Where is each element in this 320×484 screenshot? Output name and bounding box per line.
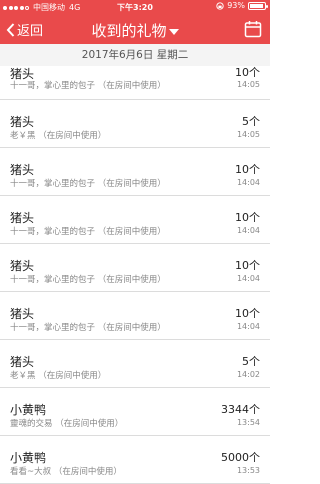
calendar-icon	[244, 21, 262, 38]
gift-name: 猪头	[10, 163, 35, 177]
caret-down-icon	[168, 28, 179, 35]
gift-row[interactable]: 小黄鸭看看~大叔 （在房间中使用） 5000个 13:53	[0, 436, 270, 484]
gift-list: 猪头 十一哥，掌心里的包子 （在房间中使用） 10个 14:05 猪头 老￥黑 （在房间中…	[0, 66, 270, 484]
battery-icon	[248, 1, 268, 10]
gift-sender: 老￥黑 （在房间中使用）	[10, 371, 107, 381]
battery-percent: 93%	[227, 1, 245, 10]
app-header: 中国移动 4G 下午3:20 93% 返回 收到的礼物	[0, 0, 270, 44]
gift-time: 13:53	[236, 466, 260, 475]
gift-count: 5个	[242, 115, 260, 128]
gift-row[interactable]: 猪头 十一哥，掌心里的包子 （在房间中使用） 10个 14:05	[0, 66, 270, 100]
gift-count: 10个	[235, 163, 260, 176]
gift-time: 14:04	[236, 274, 260, 283]
gift-row[interactable]: 猪头老￥黑 （在房间中使用） 5个 14:05	[0, 100, 270, 148]
gift-count: 10个	[235, 211, 260, 224]
orientation-lock-icon	[216, 1, 224, 10]
nav-bar: 返回 收到的礼物	[0, 16, 270, 44]
gift-row[interactable]: 猪头十一哥，掌心里的包子 （在房间中使用） 10个 14:04	[0, 148, 270, 196]
gift-name: 猪头	[10, 355, 35, 369]
gift-sender: 十一哥，掌心里的包子 （在房间中使用）	[10, 179, 166, 189]
status-bar: 中国移动 4G 下午3:20 93%	[0, 0, 270, 14]
gift-time: 14:04	[236, 178, 260, 187]
gift-time: 14:05	[236, 130, 260, 139]
date-label: 2017年6月6日 星期二	[81, 49, 189, 61]
battery-fill	[250, 3, 264, 8]
gift-time: 13:54	[236, 418, 260, 427]
date-header: 2017年6月6日 星期二	[0, 44, 270, 66]
gift-time: 14:02	[236, 370, 260, 379]
gift-sender: 十一哥，掌心里的包子 （在房间中使用）	[10, 323, 166, 333]
gift-sender: 十一哥，掌心里的包子 （在房间中使用）	[10, 227, 166, 237]
gift-name: 猪头	[10, 211, 35, 225]
gift-name: 小黄鸭	[10, 451, 47, 465]
gift-count: 10个	[235, 66, 260, 79]
gift-time: 14:04	[236, 226, 260, 235]
gift-sender: 老￥黑 （在房间中使用）	[10, 131, 107, 141]
gift-count: 3344个	[221, 403, 260, 416]
calendar-button[interactable]	[244, 20, 262, 42]
gift-sender: 靈魂的交易 （在房间中使用）	[10, 419, 124, 429]
gift-name: 猪头	[10, 307, 35, 321]
gift-row[interactable]: 猪头老￥黑 （在房间中使用） 5个 14:02	[0, 340, 270, 388]
gift-name: 小黄鸭	[10, 403, 47, 417]
gift-count: 5个	[242, 355, 260, 368]
gift-count: 5000个	[221, 451, 260, 464]
status-right: 93%	[216, 1, 268, 10]
gift-sender: 看看~大叔 （在房间中使用）	[10, 467, 122, 477]
gift-count: 10个	[235, 307, 260, 320]
title-dropdown[interactable]: 收到的礼物	[0, 20, 270, 41]
gift-row[interactable]: 小黄鸭靈魂的交易 （在房间中使用） 3344个 13:54	[0, 388, 270, 436]
gift-row[interactable]: 猪头十一哥，掌心里的包子 （在房间中使用） 10个 14:04	[0, 244, 270, 292]
gift-name: 猪头	[10, 115, 35, 129]
page-title: 收到的礼物	[91, 22, 167, 40]
gift-name: 猪头	[10, 259, 35, 273]
gift-count: 10个	[235, 259, 260, 272]
gift-time: 14:04	[236, 322, 260, 331]
gift-time: 14:05	[236, 80, 260, 89]
gift-row[interactable]: 猪头十一哥，掌心里的包子 （在房间中使用） 10个 14:04	[0, 196, 270, 244]
gift-row[interactable]: 猪头十一哥，掌心里的包子 （在房间中使用） 10个 14:04	[0, 292, 270, 340]
gift-sender: 十一哥，掌心里的包子 （在房间中使用）	[10, 275, 166, 285]
gift-sender: 十一哥，掌心里的包子 （在房间中使用）	[10, 81, 166, 91]
